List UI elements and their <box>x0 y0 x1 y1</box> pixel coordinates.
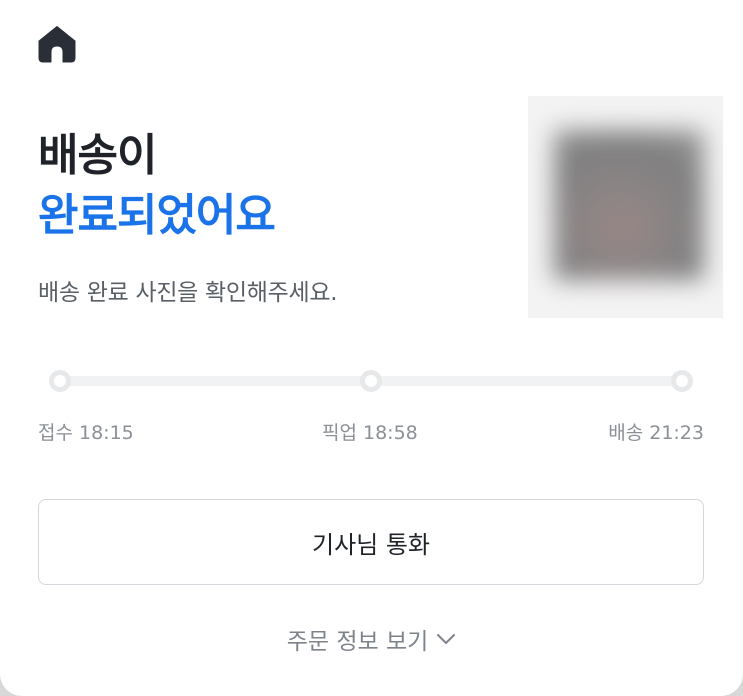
delivery-status-card: 배송이 완료되었어요 배송 완료 사진을 확인해주세요. 접수 18:15 픽업… <box>0 0 743 696</box>
status-title-line2: 완료되었어요 <box>38 190 276 241</box>
home-button[interactable] <box>36 26 78 66</box>
step-dot-received <box>49 370 71 392</box>
order-info-label: 주문 정보 보기 <box>286 629 429 655</box>
status-headline: 배송이 완료되었어요 <box>38 126 276 246</box>
delivery-photo-image <box>554 130 704 280</box>
step-label-delivered: 배송 21:23 <box>608 422 704 444</box>
chevron-down-icon <box>436 626 456 652</box>
delivery-photo[interactable] <box>528 96 723 318</box>
home-icon <box>37 25 77 67</box>
status-subtitle: 배송 완료 사진을 확인해주세요. <box>38 280 338 306</box>
step-label-received: 접수 18:15 <box>38 422 134 444</box>
call-driver-button[interactable]: 기사님 통화 <box>38 499 704 585</box>
step-dot-pickup <box>360 370 382 392</box>
status-title-line1: 배송이 <box>38 130 157 181</box>
order-info-toggle[interactable]: 주문 정보 보기 <box>0 622 743 656</box>
step-label-pickup: 픽업 18:58 <box>322 422 418 444</box>
step-dot-delivered <box>671 370 693 392</box>
